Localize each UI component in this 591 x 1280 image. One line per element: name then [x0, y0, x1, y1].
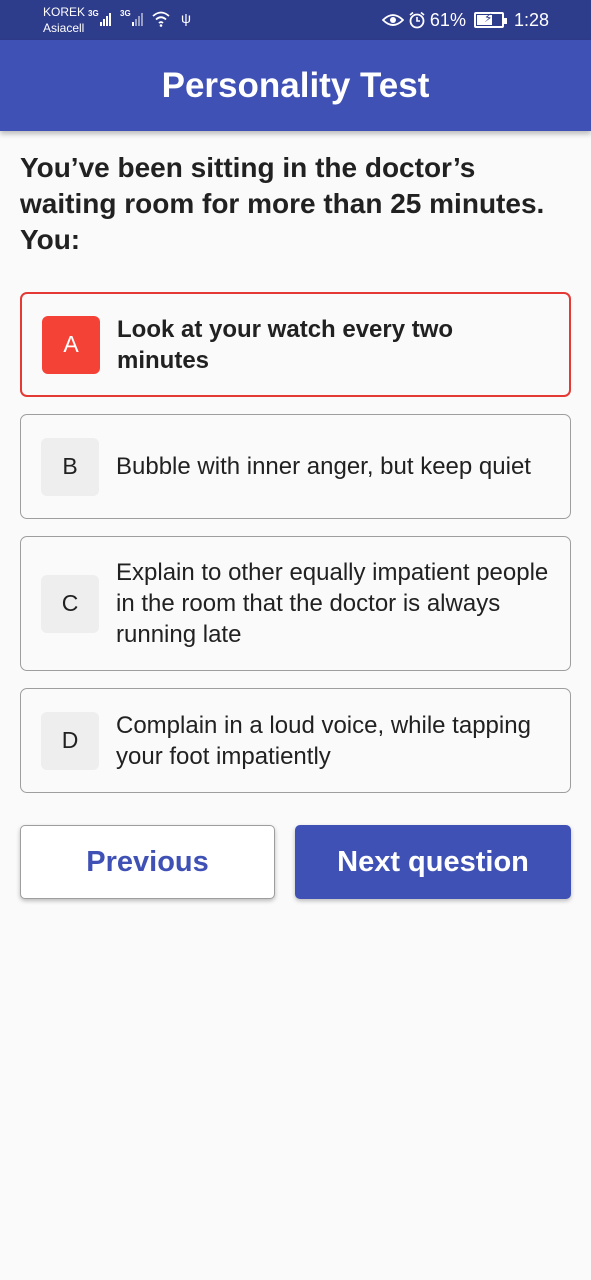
- option-label: Complain in a loud voice, while tapping …: [116, 711, 531, 770]
- clock-time: 1:28: [513, 9, 549, 30]
- next-question-button[interactable]: Next question: [295, 825, 571, 899]
- usb-icon: ψ: [181, 10, 191, 26]
- network-1-label: 3G: [88, 9, 99, 18]
- previous-button[interactable]: Previous: [20, 825, 275, 899]
- signal-2-icon: 3G: [120, 9, 143, 26]
- wifi-icon: [152, 11, 170, 27]
- option-label: Explain to other equally impatient peopl…: [116, 559, 549, 648]
- network-2-label: 3G: [120, 9, 131, 18]
- option-letter: C: [41, 574, 99, 633]
- option-label: Look at your watch every two minutes: [117, 315, 454, 374]
- option-letter: B: [41, 437, 99, 496]
- carrier-2: Asiacell: [43, 21, 85, 35]
- signal-1-icon: 3G: [88, 9, 111, 26]
- carrier-1: KOREK: [43, 5, 86, 19]
- battery-percent: 61%: [429, 9, 466, 30]
- battery-icon: ⚡: [473, 11, 507, 28]
- status-bar: KOREK Asiacell 3G 3G ψ 61% ⚡ 1:28: [0, 0, 591, 40]
- carrier-names: KOREK Asiacell: [43, 4, 85, 36]
- option-b[interactable]: B Bubble with inner anger, but keep quie…: [20, 414, 571, 519]
- option-a[interactable]: A Look at your watch every two minutes: [20, 292, 571, 397]
- option-d[interactable]: D Complain in a loud voice, while tappin…: [20, 688, 571, 793]
- page-title: Personality Test: [161, 65, 430, 105]
- option-letter: A: [42, 315, 100, 374]
- option-c[interactable]: C Explain to other equally impatient peo…: [20, 536, 571, 671]
- app-bar: Personality Test: [0, 40, 591, 131]
- eye-icon: [381, 14, 404, 26]
- status-right: 61% ⚡ 1:28: [381, 8, 549, 32]
- option-label: Bubble with inner anger, but keep quiet: [116, 453, 531, 480]
- option-letter: D: [41, 711, 99, 770]
- alarm-icon: [409, 11, 425, 29]
- question-text: You’ve been sitting in the doctor’s wait…: [20, 152, 545, 255]
